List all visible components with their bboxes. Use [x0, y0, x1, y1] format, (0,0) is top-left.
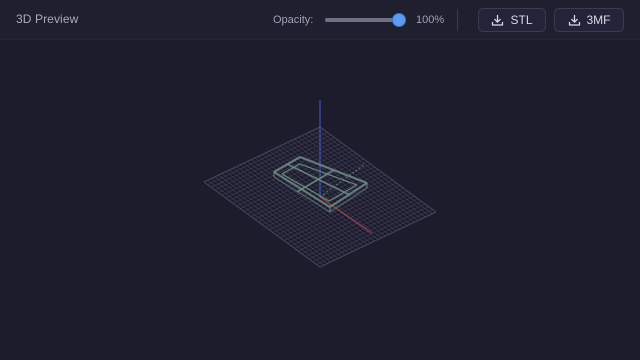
preview-window: 3D Preview Opacity: 100% STL 3MF — [0, 0, 640, 360]
grid-line — [316, 209, 433, 265]
export-stl-label: STL — [510, 13, 533, 27]
grid-line — [290, 140, 408, 226]
export-3mf-label: 3MF — [586, 13, 611, 27]
grid-line — [298, 195, 415, 252]
3d-scene[interactable] — [0, 40, 640, 360]
grid-line — [308, 203, 426, 260]
opacity-label: Opacity: — [273, 14, 314, 26]
panel-title: 3D Preview — [16, 12, 79, 26]
export-3mf-button[interactable]: 3MF — [554, 8, 624, 32]
grid-line — [301, 198, 419, 254]
opacity-value: 100% — [416, 14, 445, 26]
download-icon — [568, 14, 581, 27]
opacity-slider[interactable] — [325, 12, 405, 28]
grid-line — [294, 138, 411, 225]
download-icon — [491, 14, 504, 27]
grid-line — [305, 201, 422, 257]
grid-line — [294, 193, 411, 249]
model-edge — [273, 176, 331, 213]
grid-line — [319, 211, 437, 268]
toolbar: 3D Preview Opacity: 100% STL 3MF — [0, 0, 640, 40]
opacity-slider-thumb[interactable] — [393, 14, 405, 26]
grid-line — [312, 206, 429, 262]
export-stl-button[interactable]: STL — [478, 8, 546, 32]
3d-viewport[interactable] — [0, 40, 640, 360]
grid-line — [319, 126, 437, 213]
axes-gizmo — [319, 100, 373, 234]
toolbar-divider — [457, 9, 458, 31]
